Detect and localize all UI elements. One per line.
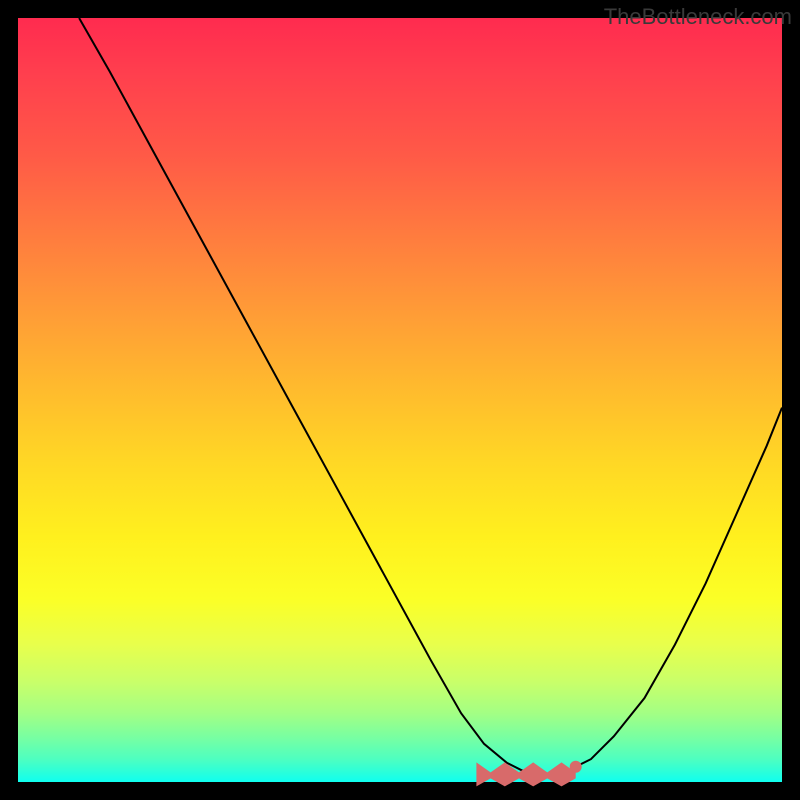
watermark-text: TheBottleneck.com (604, 4, 792, 30)
chart-svg (18, 18, 782, 782)
chart-curve (79, 18, 782, 774)
chart-plot-area (18, 18, 782, 782)
highlight-dot (570, 761, 582, 773)
highlight-region (476, 762, 575, 786)
